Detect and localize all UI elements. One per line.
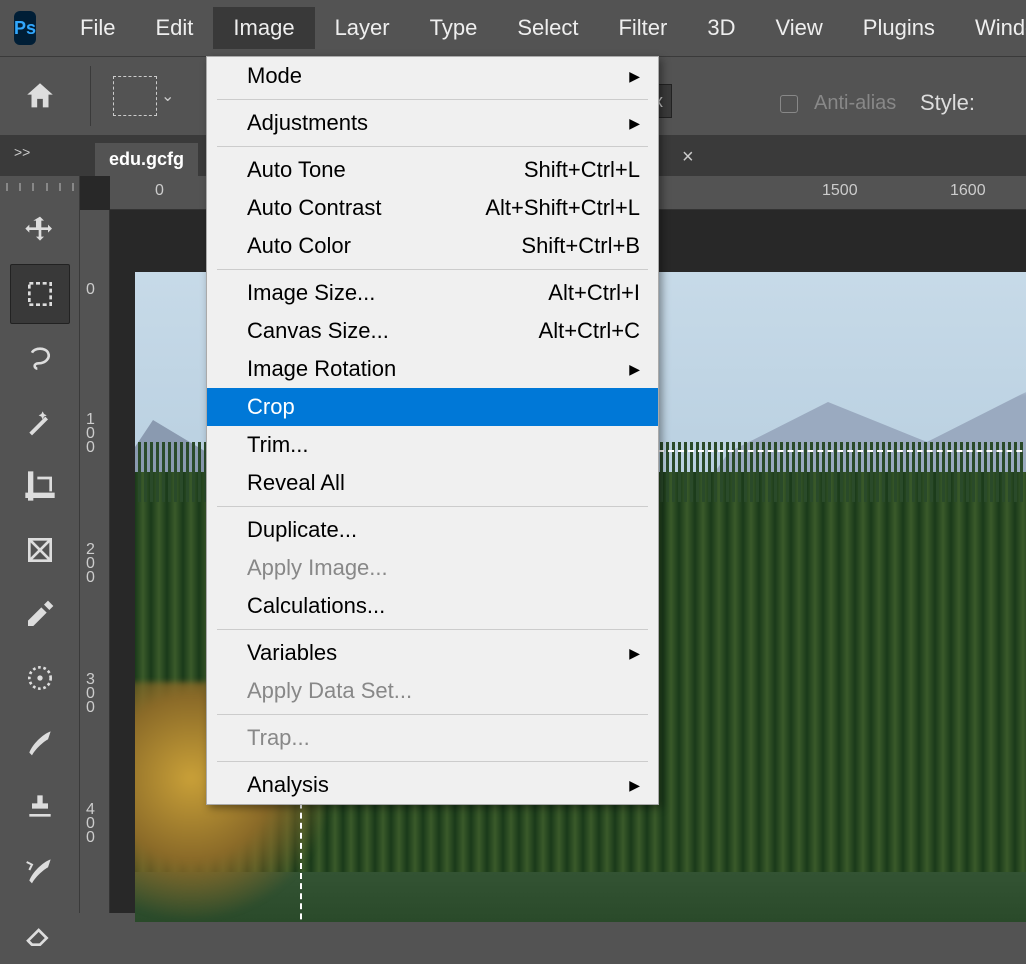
tool-marquee[interactable] — [10, 264, 70, 324]
menu-file[interactable]: File — [60, 7, 135, 49]
tool-brush[interactable] — [10, 712, 70, 772]
menuitem-crop[interactable]: Crop — [207, 388, 658, 426]
tool-crop[interactable] — [10, 456, 70, 516]
menu-view[interactable]: View — [755, 7, 842, 49]
menuitem-mode[interactable]: Mode▶ — [207, 57, 658, 95]
menuitem-reveal-all[interactable]: Reveal All — [207, 464, 658, 502]
ruler-tick: 0 — [86, 283, 96, 297]
ruler-tick: 1600 — [950, 182, 986, 200]
ruler-tick: 100 — [86, 413, 96, 455]
menu-select[interactable]: Select — [497, 7, 598, 49]
tool-stamp[interactable] — [10, 776, 70, 836]
marquee-tool-indicator[interactable] — [113, 76, 157, 116]
menuitem-canvas-size-[interactable]: Canvas Size...Alt+Ctrl+C — [207, 312, 658, 350]
menu-layer[interactable]: Layer — [315, 7, 410, 49]
ruler-tick: 1500 — [822, 182, 858, 200]
tool-heal[interactable] — [10, 648, 70, 708]
menu-filter[interactable]: Filter — [598, 7, 687, 49]
tool-move[interactable] — [10, 200, 70, 260]
menuitem-adjustments[interactable]: Adjustments▶ — [207, 104, 658, 142]
menuitem-image-rotation[interactable]: Image Rotation▶ — [207, 350, 658, 388]
tool-lasso[interactable] — [10, 328, 70, 388]
submenu-arrow-icon: ▶ — [629, 68, 640, 85]
menuitem-auto-contrast[interactable]: Auto ContrastAlt+Shift+Ctrl+L — [207, 189, 658, 227]
menuitem-apply-image-: Apply Image... — [207, 549, 658, 587]
tool-eyedropper[interactable] — [10, 584, 70, 644]
menuitem-trap-: Trap... — [207, 719, 658, 757]
app-logo[interactable]: Ps — [14, 11, 36, 45]
tool-history-brush[interactable] — [10, 840, 70, 900]
ruler-vertical[interactable]: 0 100 200 300 400 — [80, 210, 110, 913]
menuitem-apply-data-set-: Apply Data Set... — [207, 672, 658, 710]
style-label: Style: — [920, 90, 975, 116]
menuitem-auto-tone[interactable]: Auto ToneShift+Ctrl+L — [207, 151, 658, 189]
menu-window[interactable]: Window — [955, 7, 1026, 49]
menu-3d[interactable]: 3D — [687, 7, 755, 49]
menu-plugins[interactable]: Plugins — [843, 7, 955, 49]
menuitem-calculations-[interactable]: Calculations... — [207, 587, 658, 625]
ruler-tick: 200 — [86, 543, 96, 585]
menuitem-image-size-[interactable]: Image Size...Alt+Ctrl+I — [207, 274, 658, 312]
submenu-arrow-icon: ▶ — [629, 361, 640, 378]
submenu-arrow-icon: ▶ — [629, 645, 640, 662]
home-button[interactable] — [20, 76, 60, 116]
anti-alias-checkbox[interactable] — [780, 95, 798, 113]
submenu-arrow-icon: ▶ — [629, 115, 640, 132]
toolbar — [0, 176, 80, 913]
document-tab[interactable]: edu.gcfg — [95, 143, 198, 176]
expand-panels-button[interactable]: >> — [14, 144, 30, 160]
menu-image[interactable]: Image — [213, 7, 314, 49]
ruler-tick: 0 — [155, 182, 164, 200]
menuitem-duplicate-[interactable]: Duplicate... — [207, 511, 658, 549]
menuitem-trim-[interactable]: Trim... — [207, 426, 658, 464]
menubar: Ps FileEditImageLayerTypeSelectFilter3DV… — [0, 0, 1026, 56]
tool-wand[interactable] — [10, 392, 70, 452]
menu-type[interactable]: Type — [410, 7, 498, 49]
ruler-tick: 300 — [86, 673, 96, 715]
dropdown-caret-icon[interactable]: ⌄ — [161, 86, 174, 106]
tool-eraser[interactable] — [10, 904, 70, 964]
tab-close-button[interactable]: × — [682, 146, 694, 169]
ruler-tick: 400 — [86, 803, 96, 845]
menuitem-variables[interactable]: Variables▶ — [207, 634, 658, 672]
image-menu-dropdown: Mode▶Adjustments▶Auto ToneShift+Ctrl+LAu… — [206, 56, 659, 805]
anti-alias-label: Anti-alias — [814, 92, 896, 115]
menuitem-auto-color[interactable]: Auto ColorShift+Ctrl+B — [207, 227, 658, 265]
submenu-arrow-icon: ▶ — [629, 777, 640, 794]
menu-edit[interactable]: Edit — [135, 7, 213, 49]
menuitem-analysis[interactable]: Analysis▶ — [207, 766, 658, 804]
tool-frame[interactable] — [10, 520, 70, 580]
